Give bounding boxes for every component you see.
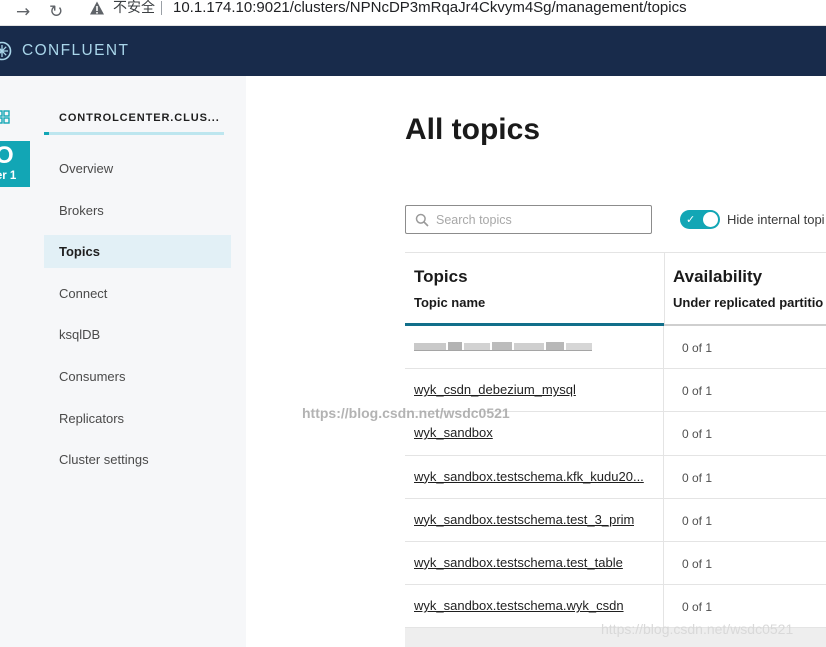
cluster-title[interactable]: CONTROLCENTER.CLUS... bbox=[59, 112, 220, 124]
address-bar-url[interactable]: 10.1.174.10:9021/clusters/NPNcDP3mRqaJr4… bbox=[173, 0, 687, 17]
table-body: 0 of 1 wyk_csdn_debezium_mysql 0 of 1 wy… bbox=[405, 326, 826, 629]
group-header-availability: Availability bbox=[673, 267, 763, 286]
hide-internal-topics-toggle[interactable]: ✓ bbox=[680, 210, 720, 229]
topic-name-cell: wyk_sandbox.testschema.test_3_prim bbox=[405, 498, 664, 541]
hide-internal-topics-label[interactable]: Hide internal topi bbox=[727, 211, 825, 228]
watermark-center: https://blog.csdn.net/wsdc0521 bbox=[302, 405, 510, 421]
confluent-logo-icon[interactable] bbox=[0, 41, 12, 61]
search-input[interactable] bbox=[436, 210, 641, 229]
topics-table: Topics Availability Topic name Under rep… bbox=[405, 252, 826, 647]
column-header-topic-name[interactable]: Topic name bbox=[414, 295, 485, 311]
sidebar-item-consumers[interactable]: Consumers bbox=[44, 360, 231, 393]
sidebar-item-ksqldb[interactable]: ksqlDB bbox=[44, 318, 231, 351]
brand-name[interactable]: CONFLUENT bbox=[22, 41, 129, 61]
availability-cell: 0 of 1 bbox=[682, 470, 713, 485]
sidebar: CONTROLCENTER.CLUS... Overview Brokers T… bbox=[30, 76, 246, 647]
watermark-corner: https://blog.csdn.net/wsdc0521 bbox=[601, 621, 794, 637]
reload-icon[interactable]: ↻ bbox=[49, 2, 63, 22]
browser-toolbar: → ↻ 不安全 10.1.174.10:9021/clusters/NPNcDP… bbox=[0, 0, 826, 26]
security-status[interactable]: 不安全 bbox=[113, 0, 155, 16]
topic-link[interactable]: wyk_sandbox.testschema.test_table bbox=[414, 555, 623, 571]
sidebar-item-overview[interactable]: Overview bbox=[44, 152, 231, 185]
sidebar-item-topics[interactable]: Topics bbox=[44, 235, 231, 269]
column-header-under-replicated[interactable]: Under replicated partitio bbox=[673, 295, 823, 311]
topic-name-cell bbox=[405, 326, 664, 369]
topic-link[interactable]: wyk_sandbox.testschema.wyk_csdn bbox=[414, 598, 624, 614]
sidebar-item-replicators[interactable]: Replicators bbox=[44, 402, 231, 435]
search-icon bbox=[415, 213, 429, 227]
sidebar-item-brokers[interactable]: Brokers bbox=[44, 194, 231, 227]
cluster-title-underline-accent bbox=[44, 132, 49, 135]
check-icon: ✓ bbox=[686, 213, 696, 226]
topic-link[interactable]: wyk_csdn_debezium_mysql bbox=[414, 382, 576, 398]
table-row[interactable]: wyk_sandbox.testschema.test_table 0 of 1 bbox=[405, 541, 826, 586]
search-box[interactable] bbox=[405, 205, 652, 234]
sidebar-item-connect[interactable]: Connect bbox=[44, 277, 231, 310]
topic-link[interactable]: wyk_sandbox.testschema.test_3_prim bbox=[414, 512, 634, 528]
cluster-badge-letter: O bbox=[0, 142, 14, 169]
grid-icon[interactable] bbox=[0, 110, 10, 124]
arrow-right-icon[interactable]: → bbox=[16, 2, 30, 22]
url-divider bbox=[161, 1, 162, 15]
availability-cell: 0 of 1 bbox=[682, 600, 713, 615]
redacted-topic-link[interactable] bbox=[414, 341, 592, 352]
table-row[interactable]: wyk_sandbox.testschema.test_3_prim 0 of … bbox=[405, 498, 826, 542]
table-row[interactable]: 0 of 1 bbox=[405, 326, 826, 370]
warning-triangle-icon[interactable] bbox=[89, 0, 105, 16]
cluster-badge-name: ter 1 bbox=[0, 170, 17, 182]
group-header-topics: Topics bbox=[414, 267, 468, 286]
column-divider bbox=[664, 252, 665, 325]
topic-name-cell: wyk_sandbox.testschema.kfk_kudu20... bbox=[405, 455, 664, 498]
table-row[interactable]: wyk_sandbox.testschema.kfk_kudu20... 0 o… bbox=[405, 455, 826, 499]
page-title: All topics bbox=[405, 113, 541, 146]
availability-cell: 0 of 1 bbox=[682, 341, 713, 355]
toggle-knob bbox=[703, 212, 718, 227]
availability-cell: 0 of 1 bbox=[682, 427, 713, 442]
cluster-title-underline bbox=[44, 132, 224, 135]
availability-cell: 0 of 1 bbox=[682, 556, 713, 571]
topic-link[interactable]: wyk_sandbox.testschema.kfk_kudu20... bbox=[414, 469, 644, 485]
sidebar-item-cluster-settings[interactable]: Cluster settings bbox=[44, 443, 231, 476]
availability-cell: 0 of 1 bbox=[682, 384, 713, 399]
app-header: CONFLUENT bbox=[0, 26, 826, 76]
topic-link[interactable]: wyk_sandbox bbox=[414, 425, 493, 441]
table-top-border bbox=[405, 252, 826, 253]
topic-name-cell: wyk_sandbox.testschema.test_table bbox=[405, 541, 664, 585]
cluster-badge[interactable]: O ter 1 bbox=[0, 141, 30, 187]
sidebar-nav: Overview Brokers Topics Connect ksqlDB C… bbox=[44, 152, 231, 485]
availability-cell: 0 of 1 bbox=[682, 513, 713, 528]
